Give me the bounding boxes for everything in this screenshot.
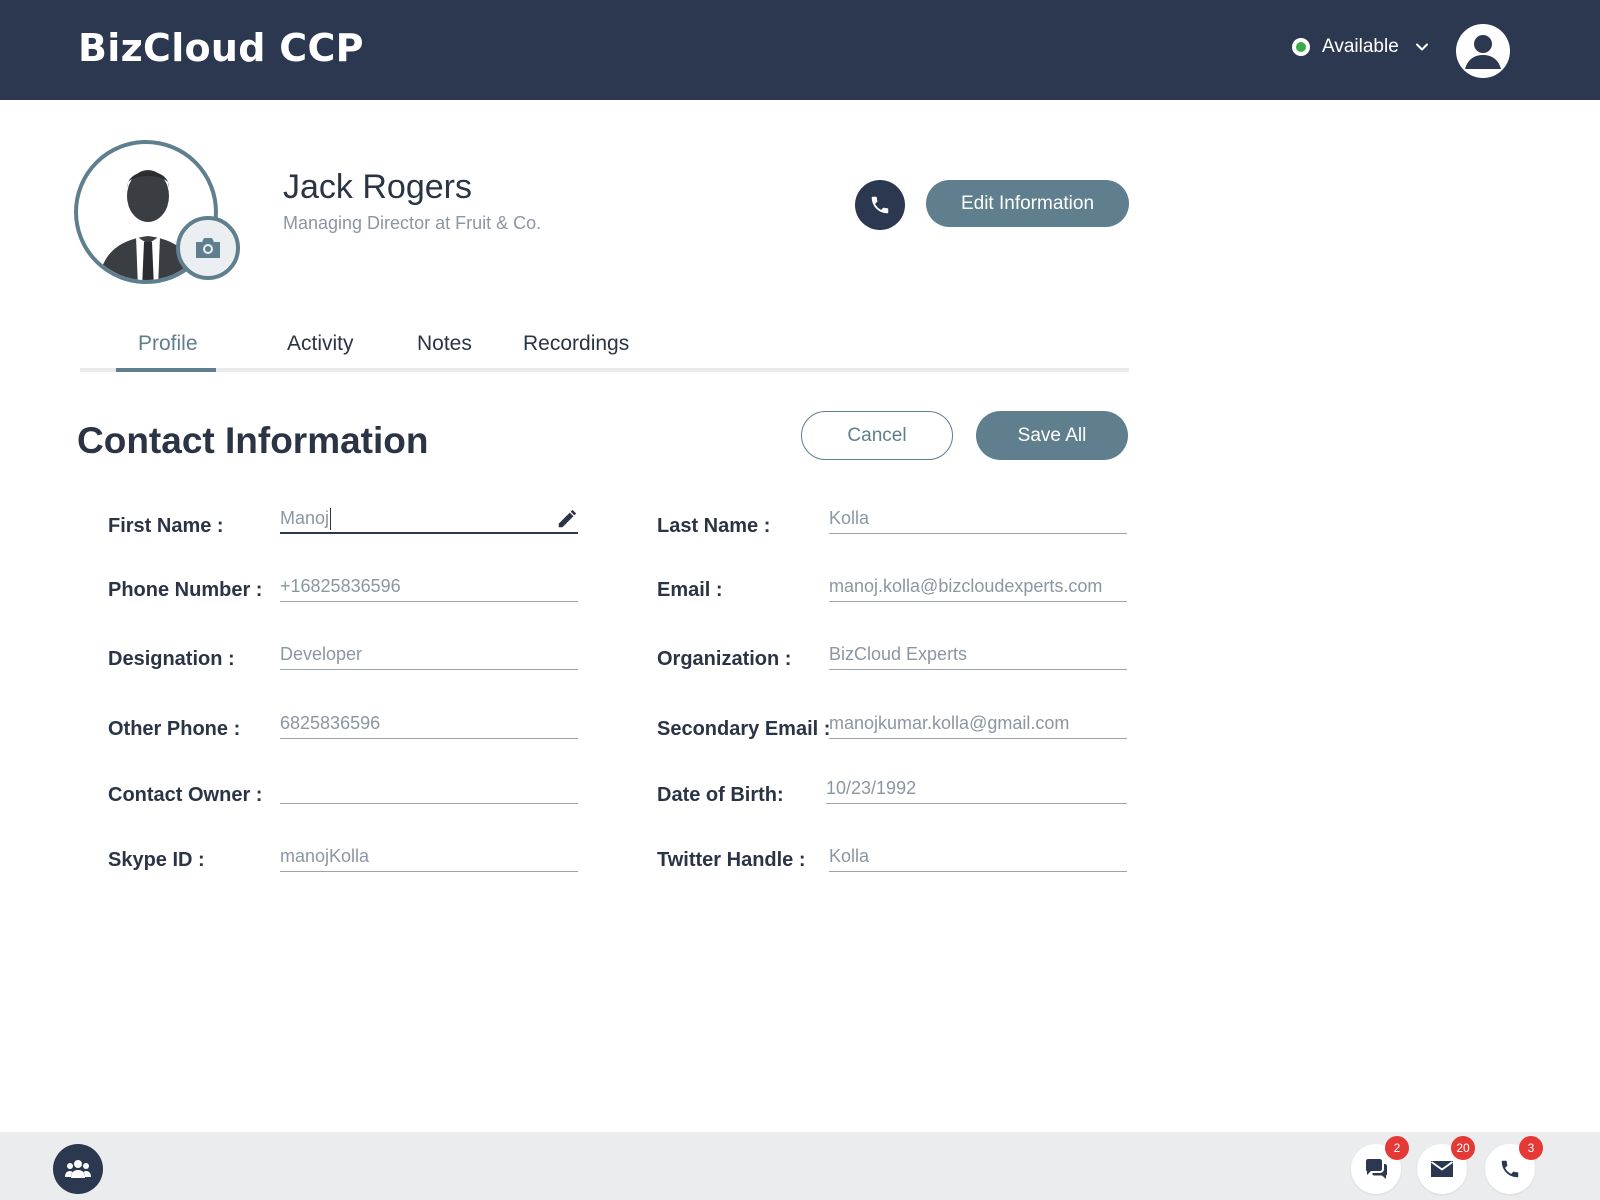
contact-owner-label: Contact Owner : <box>108 784 263 806</box>
designation-label: Designation : <box>108 648 235 670</box>
chevron-down-icon <box>1415 43 1428 51</box>
mail-icon <box>1430 1161 1454 1177</box>
cancel-button[interactable]: Cancel <box>801 411 953 460</box>
contact-subtitle: Managing Director at Fruit & Co. <box>283 213 542 233</box>
secondary-email-input[interactable]: manojkumar.kolla@gmail.com <box>829 707 1127 739</box>
last-name-label: Last Name : <box>657 515 771 537</box>
skype-id-input[interactable]: manojKolla <box>280 840 578 872</box>
tab-profile[interactable]: Profile <box>138 332 198 356</box>
first-name-value: Manoj <box>280 508 330 528</box>
last-name-input[interactable]: Kolla <box>829 502 1127 534</box>
pencil-icon[interactable] <box>556 508 578 530</box>
mail-count-badge: 20 <box>1451 1136 1475 1160</box>
status-dropdown[interactable]: Available <box>1292 36 1429 58</box>
status-indicator-icon <box>1292 38 1310 56</box>
tab-recordings[interactable]: Recordings <box>523 332 629 356</box>
team-button[interactable] <box>53 1144 103 1194</box>
secondary-email-label: Secondary Email : <box>657 718 831 740</box>
organization-label: Organization : <box>657 648 792 670</box>
section-title: Contact Information <box>77 420 429 461</box>
date-of-birth-label: Date of Birth: <box>657 784 784 806</box>
first-name-label: First Name : <box>108 515 224 537</box>
status-label: Available <box>1322 36 1399 57</box>
email-input[interactable]: manoj.kolla@bizcloudexperts.com <box>829 570 1127 602</box>
tab-notes[interactable]: Notes <box>417 332 472 356</box>
phone-icon <box>871 196 889 214</box>
chat-count-badge: 2 <box>1385 1136 1409 1160</box>
other-phone-label: Other Phone : <box>108 718 241 740</box>
tab-activity[interactable]: Activity <box>287 332 354 356</box>
skype-id-label: Skype ID : <box>108 849 205 871</box>
edit-information-button[interactable]: Edit Information <box>926 180 1129 227</box>
app-title: BizCloud CCP <box>78 26 364 70</box>
mail-button[interactable]: 20 <box>1417 1136 1475 1194</box>
active-tab-indicator <box>116 368 216 372</box>
chat-icon <box>1366 1159 1387 1179</box>
date-of-birth-input[interactable]: 10/23/1992 <box>826 772 1127 804</box>
chat-button[interactable]: 2 <box>1351 1136 1409 1194</box>
twitter-handle-input[interactable]: Kolla <box>829 840 1127 872</box>
contact-name: Jack Rogers <box>283 168 472 206</box>
designation-input[interactable]: Developer <box>280 638 578 670</box>
tab-bar: Profile Activity Notes Recordings <box>80 328 1129 372</box>
text-caret <box>330 508 332 531</box>
twitter-handle-label: Twitter Handle : <box>657 849 806 871</box>
organization-input[interactable]: BizCloud Experts <box>829 638 1127 670</box>
phone-icon <box>1501 1160 1519 1178</box>
email-label: Email : <box>657 579 723 601</box>
team-icon <box>65 1160 91 1178</box>
user-avatar-icon[interactable] <box>1456 24 1510 78</box>
change-photo-camera-icon[interactable] <box>176 216 240 280</box>
first-name-input[interactable]: Manoj <box>280 502 578 534</box>
save-all-button[interactable]: Save All <box>976 411 1128 460</box>
contact-owner-input[interactable] <box>280 772 578 804</box>
phone-number-input[interactable]: +16825836596 <box>280 570 578 602</box>
phone-number-label: Phone Number : <box>108 579 263 601</box>
other-phone-input[interactable]: 6825836596 <box>280 707 578 739</box>
call-contact-button[interactable] <box>855 180 905 230</box>
top-bar: BizCloud CCP Available <box>0 0 1600 100</box>
calls-count-badge: 3 <box>1519 1136 1543 1160</box>
calls-button[interactable]: 3 <box>1485 1136 1543 1194</box>
